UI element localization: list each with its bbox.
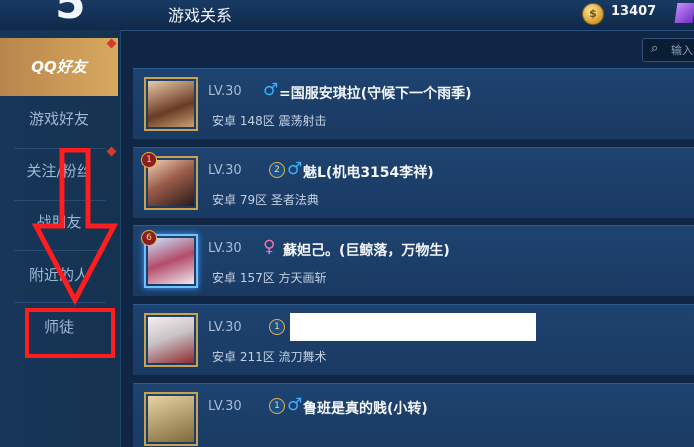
search-box[interactable]: ⌕ [642, 38, 694, 62]
coin-count: 13407 [611, 4, 657, 19]
male-icon: ♂ [263, 80, 279, 100]
friend-meta: 安卓 211区 流刀舞术 [212, 350, 327, 364]
friend-row[interactable]: 6 LV.30 ♀ 蘇妲己。(巨鲸落，万物生) 安卓 157区 方天画斩 [133, 225, 694, 296]
friend-row[interactable]: LV.30 1 ♂ 鲁班是真的贱(小转) [133, 383, 694, 447]
highlight-box-annotation [25, 308, 115, 358]
male-icon: ♂ [287, 159, 303, 179]
avatar[interactable] [144, 77, 198, 131]
female-icon: ♀ [263, 237, 276, 257]
friend-list[interactable]: LV.30 ♂ =国服安琪拉(守候下一个雨季) 安卓 148区 震荡射击 1 L… [133, 68, 694, 447]
search-icon: ⌕ [651, 41, 659, 56]
level-label: LV.30 [208, 84, 242, 99]
coin-icon: $ [582, 3, 604, 25]
sidebar-item-game-friends[interactable]: 游戏好友 [0, 90, 118, 148]
search-input[interactable] [669, 40, 694, 60]
sidebar-item-qq-friends[interactable]: QQ好友 [0, 38, 118, 96]
badge-icon: 1 [269, 319, 285, 335]
back-button[interactable]: 5 [55, 0, 103, 26]
badge-icon: 1 [269, 398, 285, 414]
level-label: LV.30 [208, 399, 242, 414]
male-icon: ♂ [287, 395, 303, 415]
friend-meta: 安卓 157区 方天画斩 [212, 271, 327, 285]
friend-meta: 安卓 79区 圣者法典 [212, 193, 319, 207]
avatar[interactable] [144, 392, 198, 446]
level-label: LV.30 [208, 241, 242, 256]
page-title: 游戏关系 [168, 6, 233, 25]
redacted-name-bar [290, 313, 536, 341]
friend-row[interactable]: 1 LV.30 2 ♂ 魅L(机电3154李祥) 安卓 79区 圣者法典 [133, 147, 694, 218]
friend-name: =国服安琪拉(守候下一个雨季) [279, 86, 472, 102]
rank-badge: 6 [141, 230, 157, 246]
friend-row[interactable]: LV.30 ♂ =国服安琪拉(守候下一个雨季) 安卓 148区 震荡射击 [133, 68, 694, 139]
friend-name: 鲁班是真的贱(小转) [303, 401, 428, 417]
level-label: LV.30 [208, 320, 242, 335]
friend-name: 蘇妲己。(巨鲸落，万物生) [283, 243, 450, 259]
top-bar: 5 游戏关系 $ 13407 [0, 0, 694, 31]
friend-name: 魅L(机电3154李祥) [303, 165, 434, 181]
friend-meta: 安卓 148区 震荡射击 [212, 114, 327, 128]
avatar[interactable] [144, 313, 198, 367]
level-label: LV.30 [208, 163, 242, 178]
badge-icon: 2 [269, 162, 285, 178]
gem-icon[interactable] [674, 3, 694, 23]
rank-badge: 1 [141, 152, 157, 168]
